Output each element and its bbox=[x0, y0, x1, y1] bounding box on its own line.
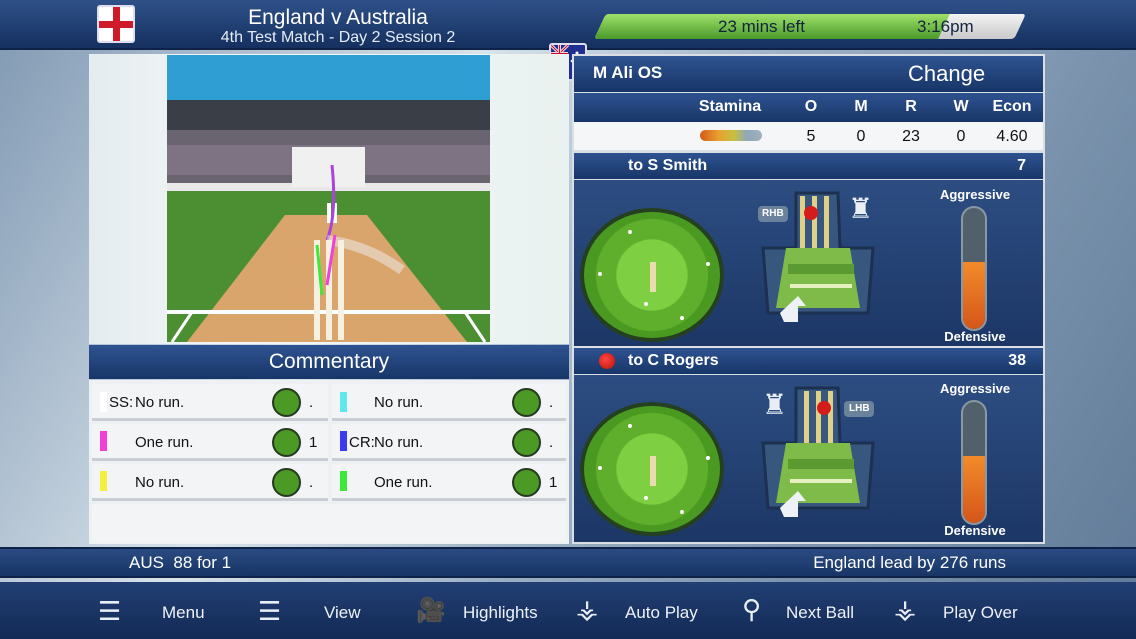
shot-replay-ball-icon[interactable] bbox=[272, 388, 301, 417]
stat-header-economy: Econ bbox=[992, 98, 1032, 115]
stat-header-maidens: M bbox=[854, 98, 868, 115]
commentary-runs: . bbox=[549, 434, 554, 451]
stat-maidens: 0 bbox=[856, 128, 866, 145]
commentary-row-empty bbox=[92, 504, 566, 541]
commentary-runs: . bbox=[549, 394, 554, 411]
batter-color-marker bbox=[340, 431, 347, 451]
commentary-text: No run. bbox=[374, 434, 424, 451]
view-button[interactable]: ☰ View bbox=[250, 590, 400, 636]
stamina-bar bbox=[700, 130, 762, 141]
commentary-runs: 1 bbox=[309, 434, 318, 451]
commentary-text: One run. bbox=[374, 474, 433, 491]
field-placement-map[interactable] bbox=[580, 402, 724, 536]
cricket-ball-icon bbox=[599, 353, 615, 369]
commentary-runs: . bbox=[309, 474, 314, 491]
batter2-aggressive-label: Aggressive bbox=[939, 381, 1011, 396]
next-ball-button[interactable]: ⚲ Next Ball bbox=[730, 590, 880, 636]
batter2-name: to C Rogers bbox=[628, 352, 719, 369]
clock-label: 3:16pm bbox=[917, 17, 974, 36]
wickets-icon: ⚶ bbox=[576, 594, 599, 624]
batter2-hand: LHB bbox=[849, 403, 870, 414]
menu-label: Menu bbox=[162, 603, 205, 622]
batter2-score: 38 bbox=[1008, 352, 1026, 369]
highlights-label: Highlights bbox=[463, 603, 538, 622]
commentary-runs: . bbox=[309, 394, 314, 411]
stadium-view bbox=[167, 55, 490, 342]
wickets-icon: ⚶ bbox=[894, 594, 917, 624]
batter2-defensive-label: Defensive bbox=[944, 523, 1006, 538]
batter-color-marker bbox=[340, 392, 347, 412]
commentary-title: Commentary bbox=[268, 350, 390, 373]
batter-color-marker bbox=[100, 431, 107, 451]
list-icon: ☰ bbox=[258, 596, 282, 626]
batter1-aggressive-label: Aggressive bbox=[939, 187, 1011, 202]
shot-replay-ball-icon[interactable] bbox=[272, 468, 301, 497]
auto-play-label: Auto Play bbox=[625, 603, 698, 622]
auto-play-button[interactable]: ⚶ Auto Play bbox=[570, 590, 720, 636]
time-left-label: 23 mins left bbox=[718, 17, 805, 36]
shot-replay-ball-icon[interactable] bbox=[272, 428, 301, 457]
batsman-right-icon: ♜ bbox=[848, 193, 874, 224]
camera-icon: 🎥 bbox=[416, 597, 446, 624]
batter1-hand: RHB bbox=[762, 208, 784, 219]
stat-wickets: 0 bbox=[956, 128, 966, 145]
stumps-icon: ⚲ bbox=[742, 594, 762, 624]
stat-header-runs: R bbox=[905, 98, 917, 115]
stat-header-overs: O bbox=[804, 98, 818, 115]
match-subtitle: 4th Test Match - Day 2 Session 2 bbox=[220, 29, 456, 46]
batter-color-marker bbox=[100, 392, 107, 412]
batter1-defensive-label: Defensive bbox=[944, 329, 1006, 344]
stat-economy: 4.60 bbox=[996, 128, 1028, 145]
batter-color-marker bbox=[100, 471, 107, 491]
batter1-aggression-slider[interactable] bbox=[961, 206, 987, 331]
highlights-button[interactable]: 🎥 Highlights bbox=[410, 590, 560, 636]
batter1-score: 7 bbox=[1017, 157, 1026, 174]
batsman-left-icon: ♜ bbox=[762, 389, 788, 420]
pitch-strip bbox=[650, 262, 656, 292]
stat-header-stamina: Stamina bbox=[698, 98, 762, 115]
list-icon: ☰ bbox=[98, 596, 122, 626]
stat-overs: 5 bbox=[806, 128, 816, 145]
menu-button[interactable]: ☰ Menu bbox=[90, 590, 240, 636]
match-title: England v Australia bbox=[248, 6, 428, 29]
play-over-label: Play Over bbox=[943, 603, 1018, 622]
stat-header-wickets: W bbox=[953, 98, 969, 115]
batter2-aggression-slider[interactable] bbox=[961, 400, 987, 525]
play-over-button[interactable]: ⚶ Play Over bbox=[890, 590, 1040, 636]
stat-runs: 23 bbox=[902, 128, 920, 145]
commentary-text: One run. bbox=[135, 434, 194, 451]
pitch-strip bbox=[650, 456, 656, 486]
shot-replay-ball-icon[interactable] bbox=[512, 468, 541, 497]
commentary-runs: 1 bbox=[549, 474, 558, 491]
change-bowler-button[interactable]: Change bbox=[908, 61, 985, 87]
england-flag-icon bbox=[97, 5, 135, 43]
commentary-text: No run. bbox=[374, 394, 424, 411]
view-label: View bbox=[324, 603, 361, 622]
lead-status: England lead by 276 runs bbox=[813, 553, 1006, 572]
batter1-name: to S Smith bbox=[628, 157, 708, 174]
commentary-text: No run. bbox=[135, 474, 185, 491]
commentary-prefix: SS: bbox=[109, 394, 134, 411]
next-ball-label: Next Ball bbox=[786, 603, 855, 622]
batter-color-marker bbox=[340, 471, 347, 491]
team-score: AUS 88 for 1 bbox=[129, 553, 232, 572]
bowler-name: M Ali OS bbox=[593, 63, 663, 82]
field-placement-map[interactable] bbox=[580, 208, 724, 342]
commentary-prefix: CR: bbox=[349, 434, 375, 451]
commentary-text: No run. bbox=[135, 394, 185, 411]
shot-replay-ball-icon[interactable] bbox=[512, 428, 541, 457]
shot-replay-ball-icon[interactable] bbox=[512, 388, 541, 417]
